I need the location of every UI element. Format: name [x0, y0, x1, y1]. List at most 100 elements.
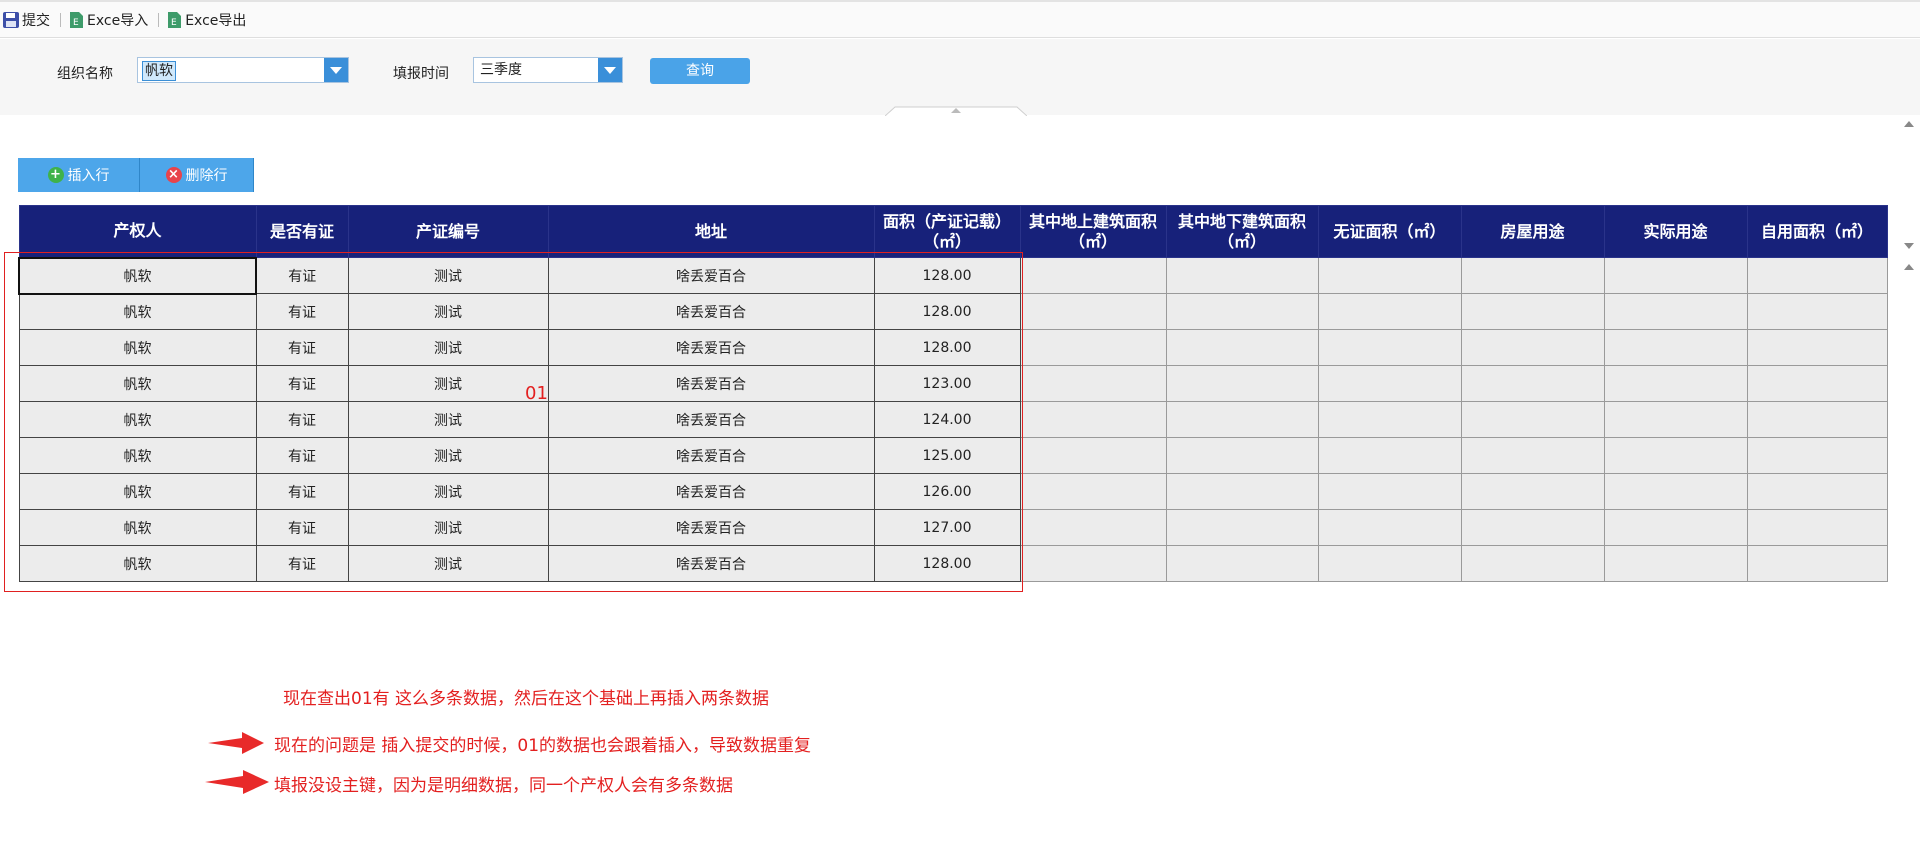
table-cell[interactable]: 测试	[347, 545, 549, 582]
insert-row-button[interactable]: + 插入行	[18, 158, 140, 192]
table-cell[interactable]	[1019, 329, 1167, 366]
table-cell[interactable]: 啥丢爱百合	[547, 257, 875, 294]
table-cell[interactable]: 啥丢爱百合	[547, 293, 875, 330]
column-header[interactable]: 是否有证	[255, 205, 349, 258]
table-cell[interactable]	[1746, 545, 1888, 582]
table-cell[interactable]	[1019, 401, 1167, 438]
table-cell[interactable]: 帆软	[18, 545, 257, 582]
table-cell[interactable]	[1746, 437, 1888, 474]
table-cell[interactable]	[1603, 257, 1748, 294]
table-cell[interactable]	[1019, 437, 1167, 474]
table-cell[interactable]	[1603, 401, 1748, 438]
table-cell[interactable]	[1165, 257, 1319, 294]
table-cell[interactable]	[1460, 329, 1605, 366]
table-cell[interactable]: 测试	[347, 257, 549, 294]
table-cell[interactable]: 测试	[347, 329, 549, 366]
chevron-down-icon[interactable]	[598, 58, 622, 82]
table-cell[interactable]: 有证	[255, 545, 349, 582]
table-cell[interactable]: 测试	[347, 509, 549, 546]
org-name-combobox[interactable]: 帆软	[137, 57, 349, 83]
submit-button[interactable]: 提交	[0, 7, 56, 33]
column-header[interactable]: 其中地下建筑面积（㎡）	[1165, 205, 1319, 258]
column-header[interactable]: 产权人	[18, 205, 257, 258]
table-cell[interactable]	[1317, 257, 1462, 294]
table-cell[interactable]	[1317, 473, 1462, 510]
scroll-down-icon[interactable]	[1904, 243, 1914, 249]
table-cell[interactable]: 测试	[347, 437, 549, 474]
table-cell[interactable]	[1165, 365, 1319, 402]
table-cell[interactable]	[1603, 293, 1748, 330]
table-cell[interactable]	[1019, 509, 1167, 546]
table-cell[interactable]	[1460, 509, 1605, 546]
table-cell[interactable]: 有证	[255, 401, 349, 438]
table-cell[interactable]: 126.00	[873, 473, 1021, 510]
table-cell[interactable]	[1460, 437, 1605, 474]
table-cell[interactable]: 帆软	[18, 329, 257, 366]
table-cell[interactable]: 啥丢爱百合	[547, 473, 875, 510]
table-cell[interactable]	[1165, 293, 1319, 330]
column-header[interactable]: 地址	[547, 205, 875, 258]
table-cell[interactable]	[1019, 473, 1167, 510]
table-cell[interactable]	[1746, 257, 1888, 294]
table-cell[interactable]: 测试	[347, 365, 549, 402]
table-cell[interactable]	[1317, 293, 1462, 330]
table-cell[interactable]: 测试	[347, 293, 549, 330]
table-cell[interactable]	[1317, 437, 1462, 474]
table-cell[interactable]: 124.00	[873, 401, 1021, 438]
column-header[interactable]: 面积（产证记载）（㎡）	[873, 205, 1021, 258]
table-cell[interactable]	[1317, 401, 1462, 438]
table-cell[interactable]: 啥丢爱百合	[547, 545, 875, 582]
table-cell[interactable]	[1746, 509, 1888, 546]
table-cell[interactable]: 128.00	[873, 257, 1021, 294]
report-period-combobox[interactable]: 三季度	[473, 57, 623, 83]
column-header[interactable]: 其中地上建筑面积（㎡）	[1019, 205, 1167, 258]
table-cell[interactable]	[1460, 293, 1605, 330]
table-cell[interactable]: 有证	[255, 365, 349, 402]
table-cell[interactable]	[1460, 401, 1605, 438]
table-cell[interactable]: 帆软	[18, 437, 257, 474]
column-header[interactable]: 自用面积（㎡）	[1746, 205, 1888, 258]
table-cell[interactable]	[1019, 365, 1167, 402]
excel-import-button[interactable]: E Exce导入	[65, 7, 154, 33]
table-cell[interactable]: 测试	[347, 473, 549, 510]
table-cell[interactable]	[1317, 329, 1462, 366]
table-cell[interactable]	[1165, 545, 1319, 582]
table-cell[interactable]	[1603, 509, 1748, 546]
scroll-up-icon[interactable]	[1904, 264, 1914, 270]
table-cell[interactable]	[1746, 473, 1888, 510]
table-cell[interactable]	[1019, 257, 1167, 294]
table-cell[interactable]	[1746, 293, 1888, 330]
column-header[interactable]: 房屋用途	[1460, 205, 1605, 258]
query-button[interactable]: 查询	[650, 58, 750, 84]
table-cell[interactable]: 127.00	[873, 509, 1021, 546]
table-cell[interactable]: 123.00	[873, 365, 1021, 402]
table-cell[interactable]	[1460, 365, 1605, 402]
table-cell[interactable]: 128.00	[873, 293, 1021, 330]
table-cell[interactable]	[1460, 545, 1605, 582]
table-cell[interactable]: 啥丢爱百合	[547, 509, 875, 546]
table-cell[interactable]	[1165, 509, 1319, 546]
table-cell[interactable]	[1019, 293, 1167, 330]
table-cell[interactable]	[1460, 257, 1605, 294]
table-cell[interactable]: 128.00	[873, 545, 1021, 582]
table-cell[interactable]	[1317, 509, 1462, 546]
table-cell[interactable]	[1165, 329, 1319, 366]
table-cell[interactable]	[1019, 545, 1167, 582]
table-cell[interactable]	[1746, 365, 1888, 402]
delete-row-button[interactable]: × 删除行	[140, 158, 254, 192]
table-cell[interactable]	[1746, 401, 1888, 438]
table-cell[interactable]	[1603, 437, 1748, 474]
table-cell[interactable]	[1603, 473, 1748, 510]
table-cell[interactable]: 帆软	[18, 473, 257, 510]
table-cell[interactable]: 啥丢爱百合	[547, 401, 875, 438]
excel-export-button[interactable]: E Exce导出	[163, 7, 252, 33]
table-cell[interactable]: 啥丢爱百合	[547, 437, 875, 474]
table-cell[interactable]: 帆软	[18, 293, 257, 330]
table-cell[interactable]: 啥丢爱百合	[547, 365, 875, 402]
table-cell[interactable]: 帆软	[18, 401, 257, 438]
table-cell[interactable]: 有证	[255, 509, 349, 546]
table-cell[interactable]	[1317, 365, 1462, 402]
table-cell[interactable]	[1603, 329, 1748, 366]
column-header[interactable]: 产证编号	[347, 205, 549, 258]
table-cell[interactable]: 帆软	[18, 509, 257, 546]
